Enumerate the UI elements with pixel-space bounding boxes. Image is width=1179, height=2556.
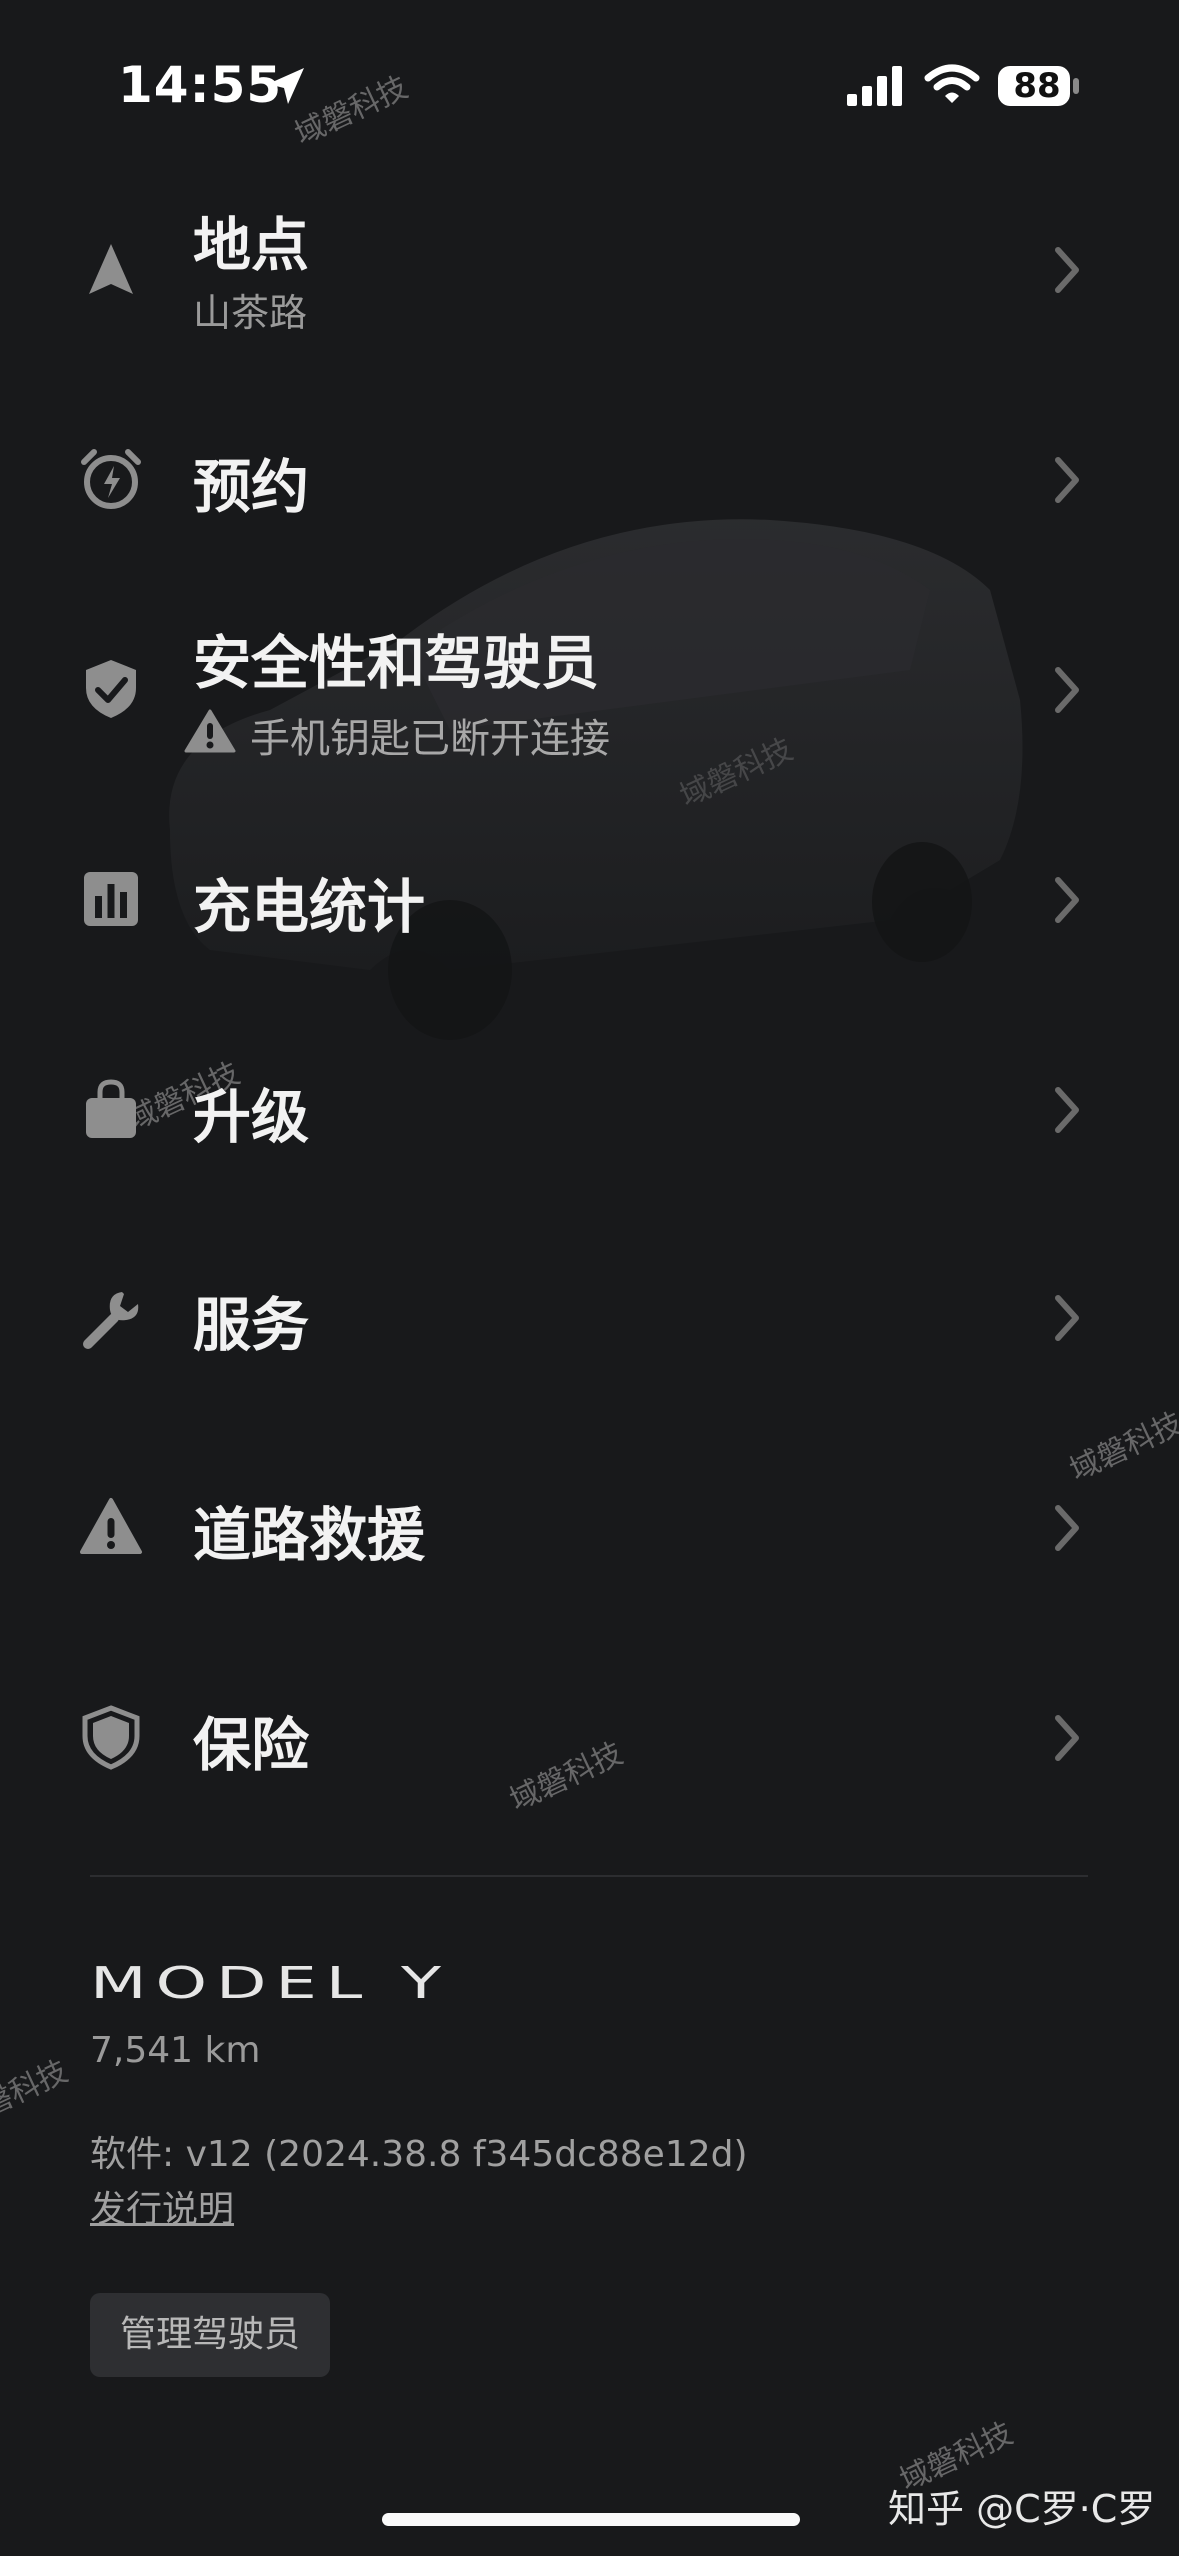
odometer: 7,541 km [90,2030,261,2071]
source-credit: 知乎 @C罗·C罗 [888,2487,1156,2531]
chevron-right-icon [1055,1505,1079,1551]
shield-icon [82,1705,140,1770]
menu-item-title: 预约 [193,453,310,521]
alarm-clock-bolt-icon [81,449,141,509]
menu-item-title: 保险 [193,1711,310,1779]
menu-item-title: 地点 [193,211,310,279]
warning-triangle-icon [80,1498,142,1554]
menu-item-roadside-assistance[interactable]: 道路救援 [0,1478,1179,1578]
menu-item-charging-stats[interactable]: 充电统计 [0,850,1179,950]
home-indicator[interactable] [382,2513,800,2526]
watermark: 域磐科技 [1064,1405,1179,1489]
chevron-right-icon [1055,877,1079,923]
menu-item-service[interactable]: 服务 [0,1268,1179,1368]
location-arrow-icon [268,68,304,104]
chevron-right-icon [1055,1087,1079,1133]
chevron-right-icon [1055,457,1079,503]
navigation-arrow-icon [89,244,133,294]
watermark: 域磐科技 [0,2053,74,2137]
chevron-right-icon [1055,1295,1079,1341]
status-bar: 14:55 88 [0,0,1179,150]
car-silhouette [169,519,1023,1040]
menu-item-title: 服务 [193,1291,310,1359]
menu-item-location[interactable]: 地点 山茶路 [0,190,1179,350]
status-time: 14:55 [118,56,283,114]
wrench-icon [83,1292,139,1349]
shield-check-icon [86,660,136,718]
model-y-logo: MODEL Y [90,1960,450,2006]
menu-item-title: 充电统计 [193,873,426,941]
shopping-bag-icon [86,1079,136,1138]
menu-item-upgrades[interactable]: 升级 [0,1060,1179,1160]
menu-item-title: 升级 [193,1083,310,1151]
menu-item-insurance[interactable]: 保险 [0,1688,1179,1788]
chevron-right-icon [1055,667,1079,713]
menu-item-safety-drivers[interactable]: 安全性和驾驶员 手机钥匙已断开连接 [0,608,1179,768]
menu-item-title: 安全性和驾驶员 [193,629,600,697]
wifi-icon [924,64,980,103]
software-version: 软件: v12 (2024.38.8 f345dc88e12d) [90,2134,748,2175]
menu-item-schedule[interactable]: 预约 [0,430,1179,530]
chevron-right-icon [1055,247,1079,293]
phone-key-warning: 手机钥匙已断开连接 [250,716,610,762]
manage-drivers-button[interactable]: 管理驾驶员 [90,2293,330,2377]
battery-level: 88 [1013,66,1061,106]
release-notes-link[interactable]: 发行说明 [90,2180,234,2232]
section-divider [90,1875,1088,1877]
bar-chart-icon [84,872,138,926]
menu-item-subtitle: 山茶路 [193,291,308,335]
menu-item-title: 道路救援 [193,1501,426,1569]
chevron-right-icon [1055,1715,1079,1761]
cellular-signal-icon [847,66,902,106]
svg-text:MODEL Y: MODEL Y [90,1960,450,2006]
warning-icon [184,709,236,753]
